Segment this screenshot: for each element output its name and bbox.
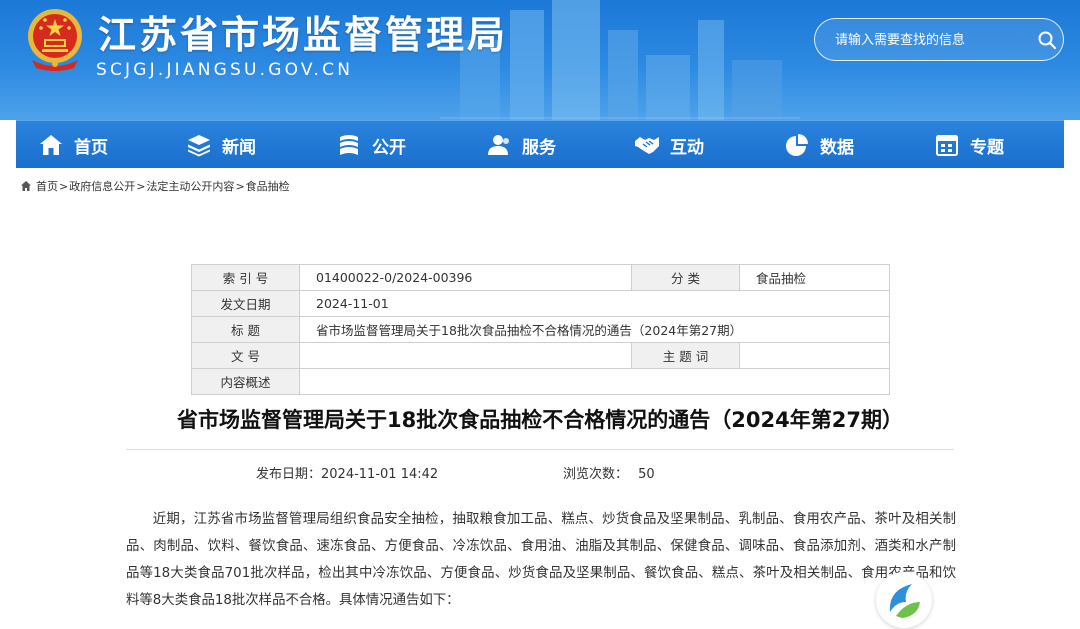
- publish-date-label: 发布日期：: [256, 467, 322, 482]
- site-title[interactable]: 江苏省市场监督管理局: [98, 4, 508, 59]
- layers-icon: [188, 135, 210, 157]
- subject-words-value: [739, 342, 890, 369]
- search-icon[interactable]: [1037, 30, 1057, 50]
- nav-label-interact: 互动: [670, 137, 704, 158]
- floating-app-badge[interactable]: [876, 572, 932, 628]
- article-body: 近期，江苏省市场监督管理局组织食品安全抽检，抽取粮食加工品、糕点、炒货食品及坚果…: [126, 512, 956, 608]
- breadcrumb-home-link[interactable]: 首页: [36, 178, 58, 194]
- calendar-icon: [936, 135, 958, 156]
- index-number-label: 索 引 号: [191, 264, 300, 291]
- nav-item-data[interactable]: 数据: [784, 121, 854, 169]
- nav-item-home[interactable]: 首页: [38, 121, 108, 169]
- table-row: 标 题 省市场监督管理局关于18批次食品抽检不合格情况的通告（2024年第27期…: [191, 316, 890, 343]
- nav-label-service: 服务: [522, 137, 556, 158]
- subject-words-label: 主 题 词: [631, 342, 740, 369]
- leaf-logo-icon: [889, 584, 920, 618]
- breadcrumb-separator: >: [59, 179, 69, 193]
- issue-date-value: 2024-11-01: [299, 290, 890, 317]
- document-stack-icon: [340, 135, 358, 155]
- table-row: 内容概述: [191, 368, 890, 395]
- index-number-value: 01400022-0/2024-00396: [299, 264, 632, 291]
- summary-label: 内容概述: [191, 368, 300, 395]
- home-icon: [40, 135, 62, 155]
- view-count-label: 浏览次数：: [563, 467, 629, 482]
- nav-label-data: 数据: [820, 137, 854, 158]
- breadcrumb-gov-info-link[interactable]: 政府信息公开: [69, 178, 135, 194]
- nav-item-service[interactable]: 服务: [486, 121, 556, 169]
- category-value: 食品抽检: [739, 264, 890, 291]
- home-icon: [21, 181, 31, 191]
- title-divider: [126, 449, 954, 450]
- nav-item-interact[interactable]: 互动: [634, 121, 704, 169]
- search-box: [814, 18, 1064, 61]
- document-number-label: 文 号: [191, 342, 300, 369]
- nav-label-news: 新闻: [222, 137, 256, 158]
- people-icon: [488, 135, 509, 155]
- article-title: 省市场监督管理局关于18批次食品抽检不合格情况的通告（2024年第27期）: [177, 408, 903, 432]
- nav-item-public[interactable]: 公开: [336, 121, 406, 169]
- breadcrumb-statutory-link[interactable]: 法定主动公开内容: [146, 178, 234, 194]
- site-domain: SCJGJ.JIANGSU.GOV.CN: [96, 60, 354, 80]
- view-count: 浏览次数： 50: [563, 463, 655, 482]
- summary-value: [299, 368, 890, 395]
- title-value: 省市场监督管理局关于18批次食品抽检不合格情况的通告（2024年第27期）: [299, 316, 890, 343]
- category-label: 分 类: [631, 264, 740, 291]
- document-metadata-table: 索 引 号 01400022-0/2024-00396 分 类 食品抽检 发文日…: [191, 264, 890, 395]
- breadcrumb-separator: >: [235, 179, 245, 193]
- main-nav: 首页 新闻 公开 服务 互动 数据 专题: [16, 120, 1064, 168]
- search-input[interactable]: [835, 29, 1025, 51]
- breadcrumb: 首页 > 政府信息公开 > 法定主动公开内容 > 食品抽检: [20, 177, 290, 195]
- table-row: 索 引 号 01400022-0/2024-00396 分 类 食品抽检: [191, 264, 890, 291]
- nav-item-news[interactable]: 新闻: [186, 121, 256, 169]
- nav-label-public: 公开: [372, 137, 406, 158]
- publish-date-value: 2024-11-01 14:42: [321, 467, 439, 482]
- table-row: 发文日期 2024-11-01: [191, 290, 890, 317]
- breadcrumb-food-inspection-link[interactable]: 食品抽检: [246, 178, 290, 194]
- issue-date-label: 发文日期: [191, 290, 300, 317]
- site-header: 江苏省市场监督管理局 SCJGJ.JIANGSU.GOV.CN: [0, 0, 1080, 120]
- nav-label-topic: 专题: [970, 137, 1004, 158]
- document-number-value: [299, 342, 632, 369]
- view-count-value: 50: [638, 467, 655, 482]
- national-emblem-logo: [28, 9, 82, 71]
- table-row: 文 号 主 题 词: [191, 342, 890, 369]
- breadcrumb-separator: >: [136, 179, 146, 193]
- handshake-icon: [635, 137, 659, 154]
- publish-date: 发布日期：2024-11-01 14:42: [256, 463, 438, 482]
- nav-label-home: 首页: [74, 137, 108, 158]
- title-label: 标 题: [191, 316, 300, 343]
- pie-chart-icon: [786, 134, 808, 156]
- nav-item-topic[interactable]: 专题: [934, 121, 1004, 169]
